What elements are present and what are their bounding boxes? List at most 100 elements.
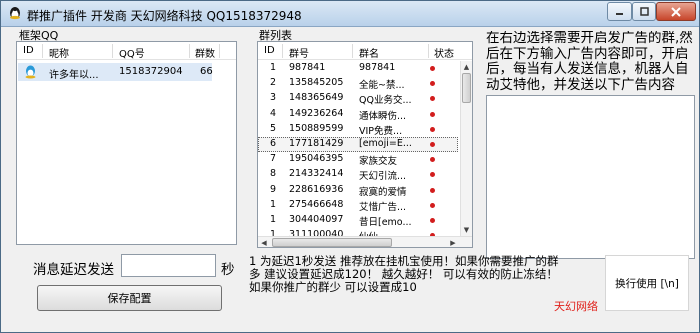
group-row[interactable]: 1 275466648 艾惜广告...	[258, 198, 458, 213]
group-row[interactable]: 9 228616936 寂寞的爱情	[258, 183, 458, 198]
qq-list-header: ID 昵称 QQ号 群数	[17, 42, 236, 60]
col-id[interactable]: ID	[264, 45, 275, 56]
group-row-number: 987841	[289, 62, 326, 73]
group-row-name: 家族交友	[359, 156, 398, 168]
usage-tip: 1 为延迟1秒发送 推荐放在挂机宝使用！如果你需要推广的群多 建议设置延迟成12…	[249, 254, 559, 294]
qq-penguin-icon	[25, 65, 36, 79]
group-row-name: 通体瞬伤...	[359, 110, 407, 122]
group-row-id: 1	[270, 62, 277, 73]
scroll-thumb[interactable]	[462, 73, 471, 103]
close-icon	[671, 6, 681, 17]
group-row-id: 4	[270, 107, 277, 119]
group-row-id: 9	[270, 183, 277, 195]
qq-list[interactable]: ID 昵称 QQ号 群数 许多年以... 1518372904 66	[16, 41, 237, 245]
group-row[interactable]: 8 214332414 天幻引流...	[258, 167, 458, 182]
group-row[interactable]: 1 304404097 昔日[emo...	[258, 213, 458, 228]
maximize-button[interactable]	[632, 2, 656, 21]
group-row-number: 177181429	[289, 137, 344, 149]
group-row-id: 8	[270, 168, 277, 180]
group-row-id: 1	[270, 198, 277, 210]
group-row-number: 148365649	[289, 92, 344, 104]
status-dot-icon	[430, 96, 435, 102]
qq-row[interactable]: 许多年以... 1518372904 66	[18, 63, 213, 81]
window-title: 群推广插件 开发商 天幻网络科技 QQ1518372948	[27, 9, 302, 23]
minimize-button[interactable]	[607, 2, 632, 21]
minimize-icon	[616, 13, 623, 15]
col-status[interactable]: 状态	[434, 45, 454, 60]
group-row-id: 3	[270, 92, 277, 104]
group-row-number: 150889599	[289, 122, 344, 134]
group-row-name: [emoji=E...	[359, 137, 412, 149]
group-list-header: ID 群号 群名 状态	[258, 42, 472, 60]
group-row-number: 149236264	[289, 107, 344, 119]
col-group-name[interactable]: 群名	[359, 45, 379, 60]
group-row-number: 135845205	[289, 77, 344, 89]
group-row[interactable]: 7 195046395 家族交友	[258, 152, 458, 167]
scroll-up-arrow[interactable]: ▲	[461, 61, 472, 73]
group-vscrollbar[interactable]: ▲ ▼	[460, 61, 472, 236]
group-row-number: 195046395	[289, 153, 344, 165]
col-groups[interactable]: 群数	[195, 45, 215, 60]
maximize-icon	[639, 7, 649, 16]
status-dot-icon	[430, 81, 435, 87]
group-row-name: 寂寞的爱情	[359, 186, 407, 198]
group-row[interactable]: 1 987841 987841	[258, 61, 458, 76]
status-dot-icon	[430, 66, 435, 71]
brand-text: 天幻网络	[554, 300, 598, 313]
col-qq[interactable]: QQ号	[119, 45, 145, 60]
status-dot-icon	[430, 172, 435, 178]
ad-content-textarea[interactable]	[486, 95, 695, 259]
group-row-id: 7	[270, 153, 277, 165]
title-bar[interactable]: 群推广插件 开发商 天幻网络科技 QQ1518372948	[1, 1, 699, 27]
app-icon	[10, 7, 20, 20]
col-group-no[interactable]: 群号	[289, 45, 309, 60]
qq-group-count: 66	[200, 66, 213, 77]
qq-nickname: 许多年以...	[49, 70, 99, 81]
group-rows: 1 987841 987841 2 135845205 全能~禁... 3 148365649…	[258, 61, 458, 243]
scroll-left-arrow[interactable]: ◀	[258, 237, 270, 247]
group-row-id: 1	[270, 213, 277, 225]
group-row-name: VIP免费...	[359, 125, 403, 137]
group-row-number: 275466648	[289, 198, 344, 210]
close-button[interactable]	[656, 2, 696, 21]
group-row[interactable]: 5 150889599 VIP免费...	[258, 122, 458, 137]
status-dot-icon	[430, 111, 435, 117]
group-row-name: 昔日[emo...	[359, 216, 412, 228]
group-row-name: 天幻引流...	[359, 171, 407, 183]
newline-hint: 换行使用 [\n]	[605, 255, 689, 311]
instructions-text: 在右边选择需要开启发广告的群,然后在下方输入广告内容即可，开启后，每当有人发送信…	[486, 31, 693, 93]
group-row-name: 艾惜广告...	[359, 201, 407, 213]
group-row[interactable]: 3 148365649 QQ业务交...	[258, 91, 458, 106]
group-row[interactable]: 4 149236264 通体瞬伤...	[258, 107, 458, 122]
status-dot-icon	[430, 141, 435, 147]
status-dot-icon	[430, 126, 435, 132]
group-row-name: 全能~禁...	[359, 80, 405, 92]
delay-label: 消息延迟发送	[33, 262, 114, 278]
delay-unit-label: 秒	[221, 262, 235, 278]
group-row-number: 228616936	[289, 183, 344, 195]
col-nickname[interactable]: 昵称	[49, 45, 69, 60]
delay-input[interactable]	[121, 254, 216, 277]
group-row-id: 6	[270, 137, 277, 149]
hscroll-thumb[interactable]	[272, 238, 392, 247]
status-dot-icon	[430, 187, 435, 193]
group-row-name: 987841	[359, 62, 396, 73]
group-row-number: 304404097	[289, 213, 344, 225]
scroll-down-arrow[interactable]: ▼	[461, 224, 472, 236]
group-row[interactable]: 6 177181429 [emoji=E...	[258, 136, 458, 153]
save-config-button[interactable]: 保存配置	[37, 285, 222, 311]
status-dot-icon	[430, 217, 435, 223]
group-row-name: QQ业务交...	[359, 95, 412, 107]
scroll-right-arrow[interactable]: ▶	[447, 237, 459, 247]
group-list[interactable]: ID 群号 群名 状态 1 987841 987841 2 135845205 全能~禁.…	[257, 41, 473, 248]
group-hscrollbar[interactable]: ◀ ▶	[258, 236, 472, 247]
qq-number: 1518372904	[119, 66, 183, 77]
main-window: 群推广插件 开发商 天幻网络科技 QQ1518372948 框架QQ ID 昵称…	[0, 0, 700, 333]
client-area: 框架QQ ID 昵称 QQ号 群数 许多年以... 1518372904 66 …	[1, 27, 699, 332]
group-row-id: 2	[270, 77, 277, 89]
col-id[interactable]: ID	[23, 45, 34, 56]
group-row[interactable]: 2 135845205 全能~禁...	[258, 76, 458, 91]
group-row-id: 5	[270, 122, 277, 134]
status-dot-icon	[430, 157, 435, 163]
group-row-number: 214332414	[289, 168, 344, 180]
